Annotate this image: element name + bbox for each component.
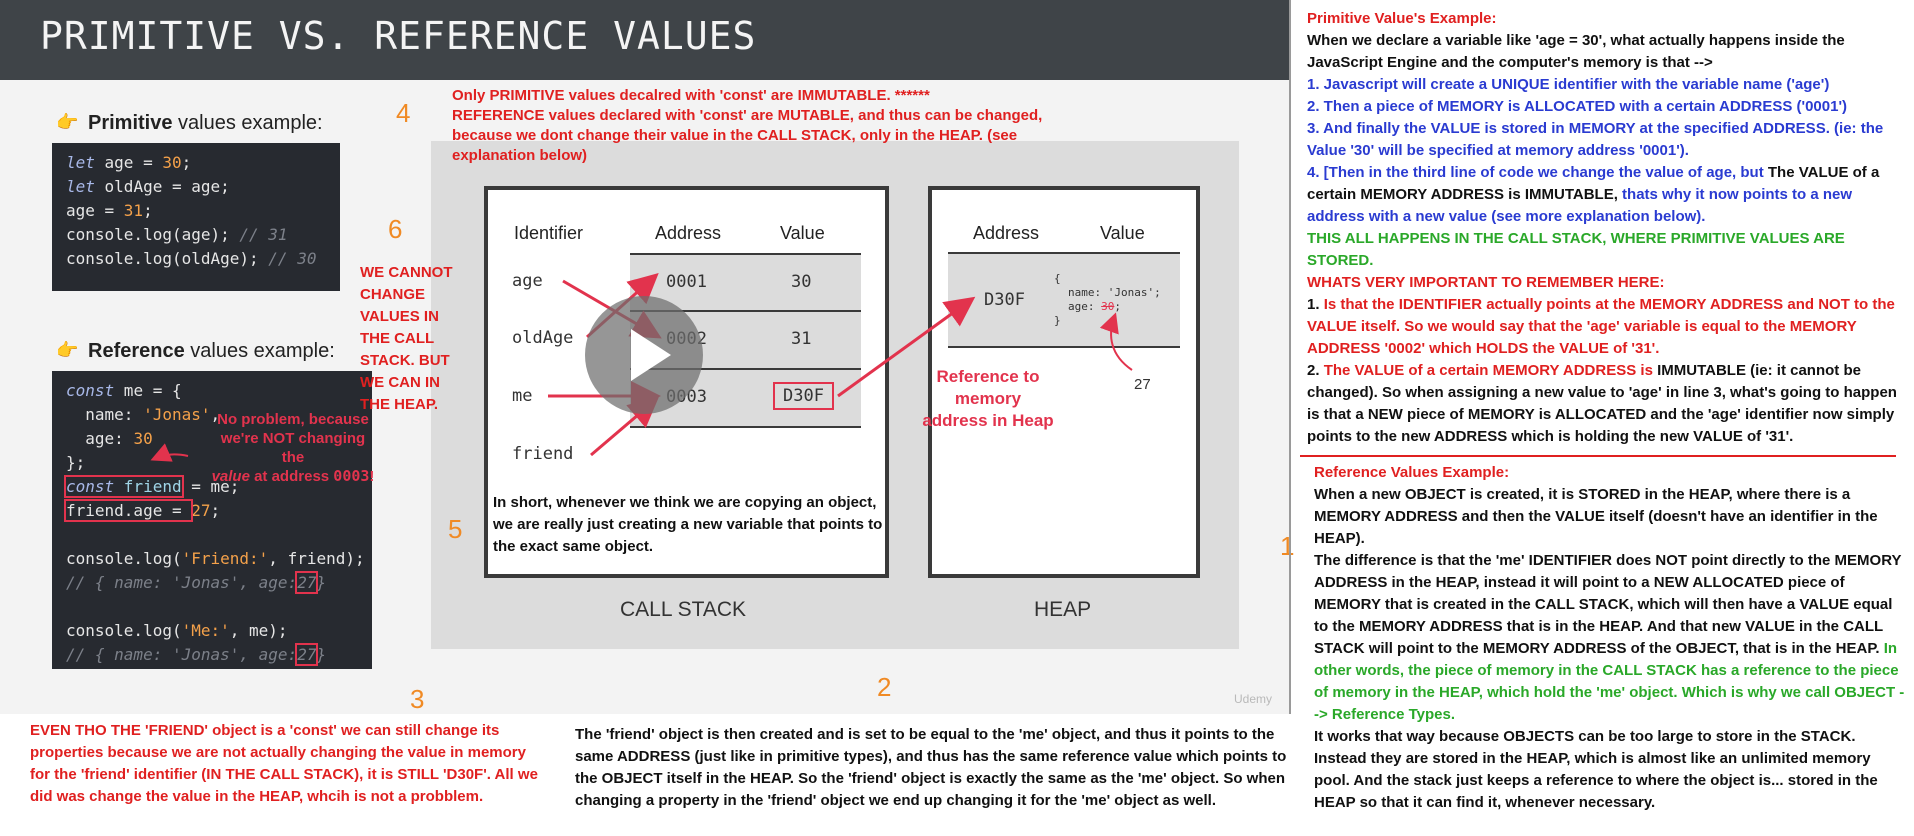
video-play-button[interactable] — [585, 296, 703, 414]
step-number-6: 6 — [388, 214, 403, 244]
friend-object-note: The 'friend' object is then created and … — [575, 726, 1287, 809]
section-underline — [1300, 455, 1896, 457]
arrow-no-problem — [150, 443, 189, 462]
panel-divider — [1289, 0, 1291, 714]
play-icon — [631, 329, 671, 381]
arrow-reference — [837, 296, 976, 398]
primitive-explanation: Primitive Value's Example: When we decla… — [1307, 10, 1897, 445]
reference-explanation: Reference Values Example: When a new OBJ… — [1314, 464, 1905, 811]
step-number-4: 4 — [396, 98, 411, 128]
step-number-2: 2 — [877, 672, 892, 702]
arrow-new-age — [1099, 312, 1133, 371]
step-number-3: 3 — [410, 684, 425, 714]
step-number-5: 5 — [448, 514, 463, 544]
step-number-1: 1 — [1280, 531, 1295, 561]
cannot-change-note: WE CANNOT CHANGE VALUES IN THE CALL STAC… — [360, 264, 453, 413]
friend-const-note: EVEN THO THE 'FRIEND' object is a 'const… — [30, 722, 538, 805]
udemy-watermark: Udemy — [1234, 692, 1273, 706]
immutable-note: Only PRIMITIVE values decalred with 'con… — [452, 87, 1043, 164]
